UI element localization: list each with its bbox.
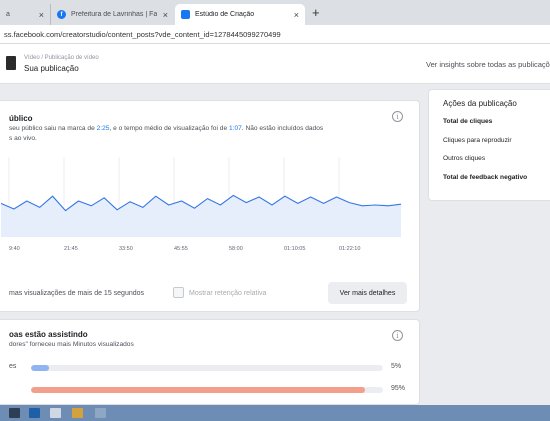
bar-percentage: 95% (391, 385, 406, 392)
bar-track (31, 365, 383, 371)
taskbar-app-icon[interactable] (9, 408, 20, 418)
info-icon[interactable]: i (392, 330, 403, 341)
other-clicks-label: Outros cliques (443, 155, 486, 162)
tab-label: Prefeitura de Lavrinhas | Facebo (71, 11, 157, 18)
description-text: . Não estão incluídos dados (241, 125, 324, 132)
info-icon[interactable]: i (392, 111, 403, 122)
close-tab-icon[interactable]: × (294, 10, 299, 20)
taskbar-app-icon[interactable] (50, 408, 61, 418)
relative-retention-checkbox[interactable] (173, 287, 184, 298)
taskbar-app-icon[interactable] (95, 408, 106, 418)
retention-area (1, 195, 401, 237)
browser-tab-2[interactable]: f Prefeitura de Lavrinhas | Facebo × (50, 4, 174, 25)
creator-studio-favicon-icon (181, 10, 190, 19)
description-text: , e o tempo médio de visualização foi de (109, 125, 229, 132)
views-filter-text: mas visualizações de mais de 15 segundos (9, 290, 145, 297)
retention-chart: 9:40 21:45 33:50 45:55 58:00 01:10:05 01:22:10 (1, 157, 401, 252)
clicks-to-play-label: Cliques para reproduzir (443, 137, 512, 144)
description-text: s ao vivo. (9, 135, 37, 142)
card-title: oas estão assistindo (9, 330, 88, 339)
description-text: seu público saiu na marca de (9, 125, 97, 132)
bar-fill (31, 365, 49, 371)
tab-label: Estúdio de Criação (195, 11, 255, 18)
browser-tab-1[interactable]: a × (0, 4, 50, 25)
bar-fill (31, 387, 366, 393)
taskbar-app-icon[interactable] (29, 408, 40, 418)
card-title: Ações da publicação (443, 99, 517, 108)
close-tab-icon[interactable]: × (39, 10, 44, 20)
breadcrumb[interactable]: Vídeo / Publicação de vídeo (24, 55, 99, 61)
card-title: úblico (9, 114, 33, 123)
x-tick-label: 58:00 (229, 246, 243, 252)
relative-retention-label: Mostrar retenção relativa (189, 290, 267, 297)
address-bar[interactable]: ss.facebook.com/creatorstudio/content_po… (0, 25, 550, 44)
who-is-watching-card: oas estão assistindo dores" forneceu mai… (0, 319, 420, 405)
bar-label: es (9, 363, 17, 370)
video-thumbnail[interactable] (6, 56, 16, 70)
x-tick-label: 33:50 (119, 246, 133, 252)
card-subtitle: dores" forneceu mais Minutos visualizado… (9, 341, 134, 348)
all-posts-insights-link[interactable]: Ver insights sobre todas as publicaçõ (426, 60, 550, 69)
x-tick-label: 45:55 (174, 246, 188, 252)
new-tab-button[interactable]: + (312, 5, 320, 20)
browser-tab-strip: a × f Prefeitura de Lavrinhas | Facebo ×… (0, 0, 550, 25)
bar-percentage: 5% (391, 363, 402, 370)
taskbar-app-icon[interactable] (72, 408, 83, 418)
tab-label: a (6, 11, 10, 18)
drop-off-time: 2:25 (96, 125, 110, 132)
x-tick-label: 01:22:10 (339, 246, 360, 252)
see-more-details-button[interactable]: Ver mais detalhes (328, 282, 407, 304)
x-tick-label: 9:40 (9, 246, 20, 252)
facebook-favicon-icon: f (57, 10, 66, 19)
x-axis-ticks: 9:40 21:45 33:50 45:55 58:00 01:10:05 01:22:10 (9, 246, 360, 252)
total-clicks-label: Total de cliques (443, 118, 493, 125)
negative-feedback-label: Total de feedback negativo (443, 174, 528, 181)
bar-track (31, 387, 383, 393)
post-actions-card: Ações da publicação Total de cliques Cli… (428, 89, 550, 201)
os-taskbar (0, 405, 550, 421)
x-tick-label: 21:45 (64, 246, 78, 252)
close-tab-icon[interactable]: × (163, 10, 168, 20)
browser-tab-active[interactable]: Estúdio de Criação × (175, 4, 305, 25)
retention-description: seu público saiu na marca de 2:25, e o t… (9, 124, 323, 134)
page-title: Sua publicação (24, 64, 79, 73)
page-header: Vídeo / Publicação de vídeo Sua publicaç… (0, 44, 550, 84)
average-watch-time: 1:07 (228, 125, 242, 132)
audience-retention-card: úblico seu público saiu na marca de 2:25… (0, 100, 420, 312)
x-tick-label: 01:10:05 (284, 246, 305, 252)
